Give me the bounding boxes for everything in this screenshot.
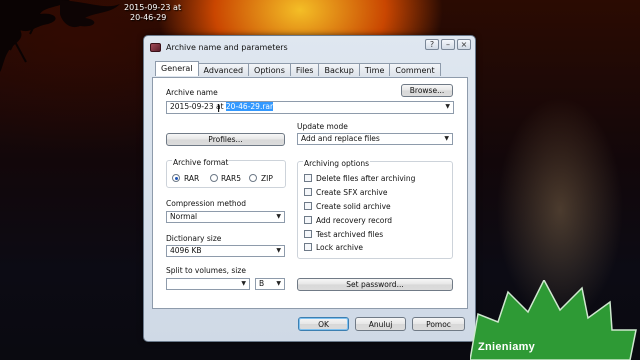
set-password-button[interactable]: Set password... <box>297 278 453 291</box>
tab-comment[interactable]: Comment <box>389 63 441 76</box>
minimize-button[interactable]: – <box>441 39 455 50</box>
text-cursor-icon: I <box>217 102 221 115</box>
winrar-app-icon <box>150 42 161 52</box>
create-solid-checkbox[interactable] <box>304 202 312 210</box>
split-unit-value: B <box>259 279 265 288</box>
create-solid-label: Create solid archive <box>316 202 391 211</box>
rar5-label: RAR5 <box>221 174 242 183</box>
tab-backup[interactable]: Backup <box>318 63 360 76</box>
cancel-button[interactable]: Anuluj <box>355 317 406 331</box>
lock-archive-checkbox[interactable] <box>304 243 312 251</box>
chevron-down-icon[interactable]: ▼ <box>445 102 450 112</box>
update-mode-value: Add and replace files <box>301 134 380 143</box>
help-button[interactable]: Pomoc <box>412 317 465 331</box>
archive-name-input[interactable]: 2015-09-23 at 20-46-29.rar ▼ <box>166 101 454 114</box>
rar-radio[interactable] <box>172 174 180 182</box>
chevron-down-icon: ▼ <box>276 280 281 287</box>
rar5-radio[interactable] <box>210 174 218 182</box>
chevron-down-icon: ▼ <box>276 247 281 254</box>
create-sfx-label: Create SFX archive <box>316 188 388 197</box>
lock-archive-label: Lock archive <box>316 243 364 252</box>
dictionary-select[interactable]: 4096 KB ▼ <box>166 245 285 257</box>
badge-text: Znieniamy <box>478 341 536 353</box>
help-window-button[interactable]: ? <box>425 39 439 50</box>
dictionary-value: 4096 KB <box>170 246 202 255</box>
rar-label: RAR <box>184 174 200 183</box>
zip-radio[interactable] <box>249 174 257 182</box>
recovery-record-checkbox[interactable] <box>304 216 312 224</box>
tab-general[interactable]: General <box>155 61 199 76</box>
archive-name-label: Archive name <box>166 88 218 97</box>
archiving-options-label: Archiving options <box>303 159 371 168</box>
browse-button[interactable]: Browse... <box>401 84 453 97</box>
chevron-down-icon: ▼ <box>444 135 449 142</box>
title-bar[interactable]: Archive name and parameters ? – × <box>144 36 475 58</box>
profiles-button[interactable]: Profiles... <box>166 133 285 146</box>
test-files-label: Test archived files <box>316 230 384 239</box>
update-mode-select[interactable]: Add and replace files ▼ <box>297 133 453 145</box>
desktop-clock-line2: 20-46-29 <box>130 13 167 22</box>
split-size-input[interactable]: ▼ <box>166 278 250 290</box>
compression-select[interactable]: Normal ▼ <box>166 211 285 223</box>
chevron-down-icon: ▼ <box>241 280 246 287</box>
tab-files[interactable]: Files <box>289 63 320 76</box>
tab-advanced[interactable]: Advanced <box>197 63 250 76</box>
create-sfx-checkbox[interactable] <box>304 188 312 196</box>
close-button[interactable]: × <box>457 39 471 50</box>
compression-label: Compression method <box>166 199 247 208</box>
delete-files-label: Delete files after archiving <box>316 174 416 183</box>
tree-silhouette <box>0 0 120 72</box>
tab-strip: General Advanced Options Files Backup Ti… <box>155 61 441 76</box>
tab-time[interactable]: Time <box>358 63 391 76</box>
split-label: Split to volumes, size <box>166 266 246 275</box>
zip-label: ZIP <box>261 174 273 183</box>
recovery-record-label: Add recovery record <box>316 216 393 225</box>
split-unit-select[interactable]: B ▼ <box>255 278 285 290</box>
desktop-clock-line1: 2015-09-23 at <box>124 3 182 12</box>
test-files-checkbox[interactable] <box>304 230 312 238</box>
window-title: Archive name and parameters <box>166 42 288 52</box>
archive-name-selection: 20-46-29.rar <box>225 102 274 111</box>
delete-files-checkbox[interactable] <box>304 174 312 182</box>
dictionary-label: Dictionary size <box>166 234 222 243</box>
archive-format-label: Archive format <box>172 158 230 167</box>
tab-options[interactable]: Options <box>248 63 291 76</box>
compression-value: Normal <box>170 212 198 221</box>
ok-button[interactable]: OK <box>298 317 349 331</box>
chevron-down-icon: ▼ <box>276 213 281 220</box>
update-mode-label: Update mode <box>297 122 348 131</box>
